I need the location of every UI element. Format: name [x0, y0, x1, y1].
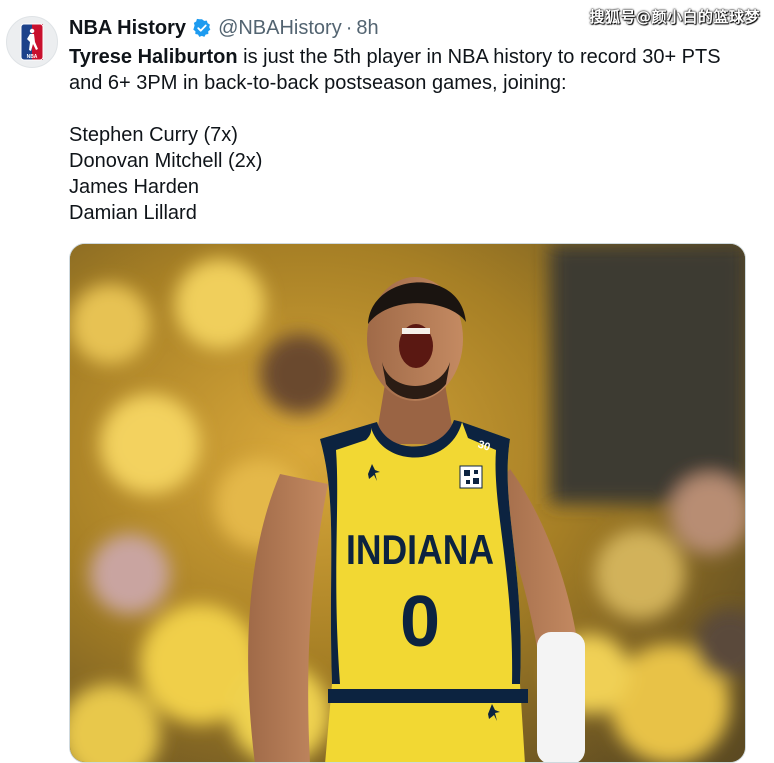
nba-logo-icon[interactable]: NBA: [6, 16, 58, 68]
jersey-number-text: 0: [400, 582, 440, 662]
timestamp[interactable]: 8h: [356, 17, 378, 40]
svg-text:NBA: NBA: [27, 54, 38, 60]
list-item: Damian Lillard: [69, 202, 197, 224]
list-item: Donovan Mitchell (2x): [69, 150, 263, 172]
player-name-bold: Tyrese Haliburton: [69, 46, 238, 68]
author-handle[interactable]: @NBAHistory: [218, 17, 342, 40]
separator-dot: ·: [345, 16, 353, 39]
jersey-team-text: INDIANA: [346, 526, 494, 573]
author-name[interactable]: NBA History: [69, 17, 186, 40]
watermark: 搜狐号@颜小白的篮球梦: [589, 8, 760, 26]
verified-badge-icon: [192, 18, 212, 38]
list-item: Stephen Curry (7x): [69, 124, 238, 146]
tweet-card: NBA NBA History @NBAHistory · 8h 搜狐号@颜小白…: [0, 0, 774, 763]
tweet-header: NBA History @NBAHistory · 8h: [69, 14, 379, 42]
tweet-text: Tyrese Haliburton is just the 5th player…: [69, 44, 759, 226]
tweet-photo[interactable]: 30 INDIANA 0: [69, 243, 746, 763]
tweet-intro: Tyrese Haliburton is just the 5th player…: [69, 44, 759, 96]
list-item: James Harden: [69, 176, 200, 198]
